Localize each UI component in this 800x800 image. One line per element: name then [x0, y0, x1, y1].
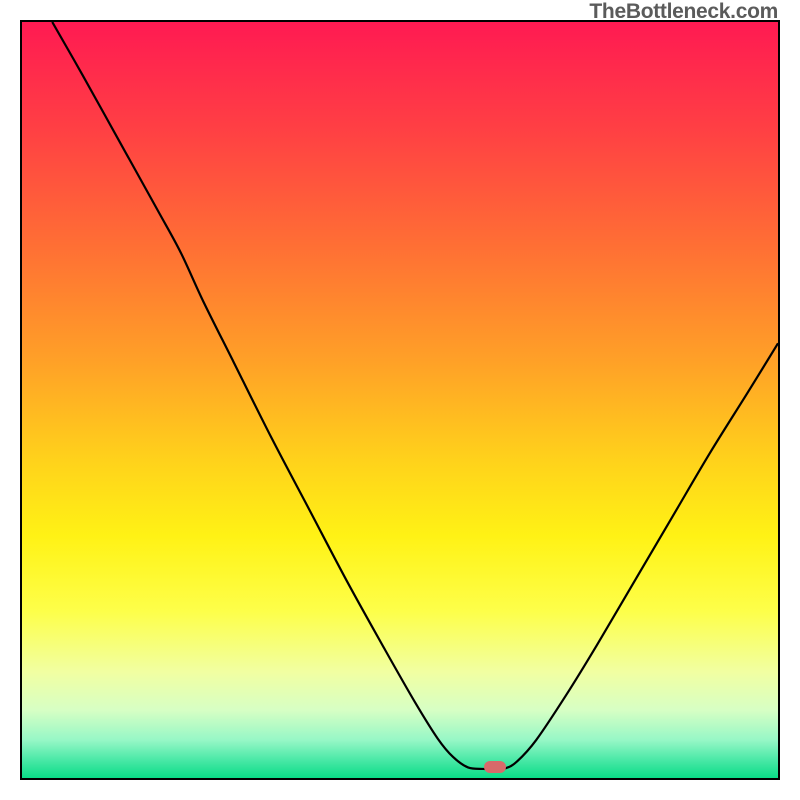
- chart-svg: [22, 22, 778, 778]
- plot-area: [20, 20, 780, 780]
- optimal-marker: [484, 761, 506, 773]
- chart-container: TheBottleneck.com: [0, 0, 800, 800]
- gradient-background: [22, 22, 778, 778]
